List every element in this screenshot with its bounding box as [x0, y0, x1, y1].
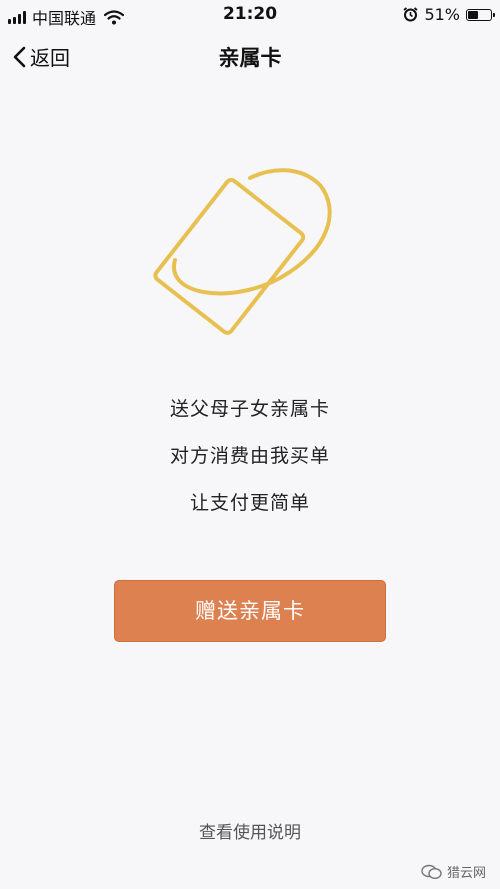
- alarm-icon: [403, 7, 418, 22]
- page-title: 亲属卡: [218, 46, 282, 70]
- wechat-icon: [421, 864, 442, 879]
- tagline-line-3: 让支付更简单: [189, 492, 310, 514]
- watermark: 猎云网: [421, 862, 486, 881]
- tagline-line-1: 送父母子女亲属卡: [169, 398, 330, 420]
- gift-card-button[interactable]: 赠送亲属卡: [114, 580, 386, 642]
- usage-instructions-link[interactable]: 查看使用说明: [0, 818, 500, 843]
- battery-fill: [468, 10, 478, 19]
- tagline-line-2: 对方消费由我买单: [169, 445, 330, 467]
- status-right: 51%: [403, 5, 495, 24]
- status-bar: 中国联通 21:20 51%: [0, 0, 500, 30]
- card-illustration-icon: [153, 168, 332, 335]
- watermark-text: 猎云网: [446, 866, 486, 881]
- battery-percent: 51%: [424, 5, 460, 24]
- nav-bar: 返回 亲属卡: [0, 34, 500, 78]
- battery-icon: [466, 8, 495, 21]
